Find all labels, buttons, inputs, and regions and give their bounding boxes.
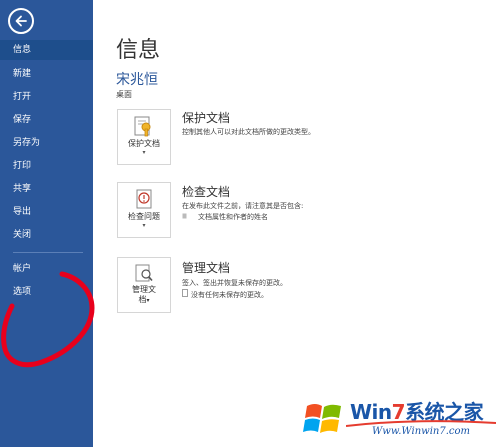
section-title: 检查文档 (182, 185, 231, 199)
lock-key-icon (134, 116, 151, 137)
section-bullet: 没有任何未保存的更改。 (191, 291, 268, 299)
manage-document-icon (135, 264, 153, 282)
tile-label: 检查问题 (128, 212, 160, 221)
back-arrow-icon (15, 15, 27, 27)
nav-item-share[interactable]: 共享 (0, 179, 93, 199)
nav-item-close[interactable]: 关闭 (0, 225, 93, 245)
check-issues-button[interactable]: 检查问题 ▾ (117, 182, 171, 238)
document-path: 桌面 (116, 90, 132, 99)
inspect-document-icon (136, 189, 152, 209)
tile-label: 保护文档 (128, 139, 160, 148)
section-title: 保护文档 (182, 111, 231, 125)
section-description: 签入、签出并恢复未保存的更改。 (182, 279, 287, 287)
protect-document-button[interactable]: 保护文档 ▾ (117, 109, 171, 165)
nav-item-save-as[interactable]: 另存为 (0, 133, 93, 153)
back-button[interactable] (8, 8, 34, 34)
windows-logo-icon (303, 404, 341, 433)
nav-item-info[interactable]: 信息 (0, 40, 93, 60)
nav-item-save[interactable]: 保存 (0, 110, 93, 130)
bullet-icon (182, 213, 187, 219)
document-page-icon (182, 289, 188, 297)
page-title: 信息 (116, 38, 161, 63)
nav-item-export[interactable]: 导出 (0, 202, 93, 222)
tile-label: 管理文 (132, 285, 156, 294)
nav-item-print[interactable]: 打印 (0, 156, 93, 176)
chevron-down-icon: ▾ (142, 222, 146, 229)
section-description: 在发布此文件之前，请注意其是否包含: (182, 202, 304, 210)
chevron-down-icon: ▾ (142, 149, 146, 156)
manage-document-button[interactable]: 管理文 档▾ (117, 257, 171, 313)
section-title: 管理文档 (182, 261, 231, 275)
nav-item-new[interactable]: 新建 (0, 64, 93, 84)
red-annotation-circle (1, 271, 95, 368)
section-description: 控制其他人可以对此文档所做的更改类型。 (182, 128, 315, 136)
chevron-down-icon: ▾ (146, 297, 150, 304)
document-name: 宋兆恒 (116, 72, 158, 88)
sidebar-divider (13, 252, 83, 253)
section-bullet: 文档属性和作者的姓名 (198, 213, 268, 221)
tile-label-line2: 档▾ (138, 295, 150, 304)
watermark-url: Www.Winwin7.com (372, 426, 470, 437)
nav-item-open[interactable]: 打开 (0, 87, 93, 107)
backstage-sidebar: 信息 新建 打开 保存 另存为 打印 共享 导出 关闭 帐户 选项 (0, 0, 93, 447)
